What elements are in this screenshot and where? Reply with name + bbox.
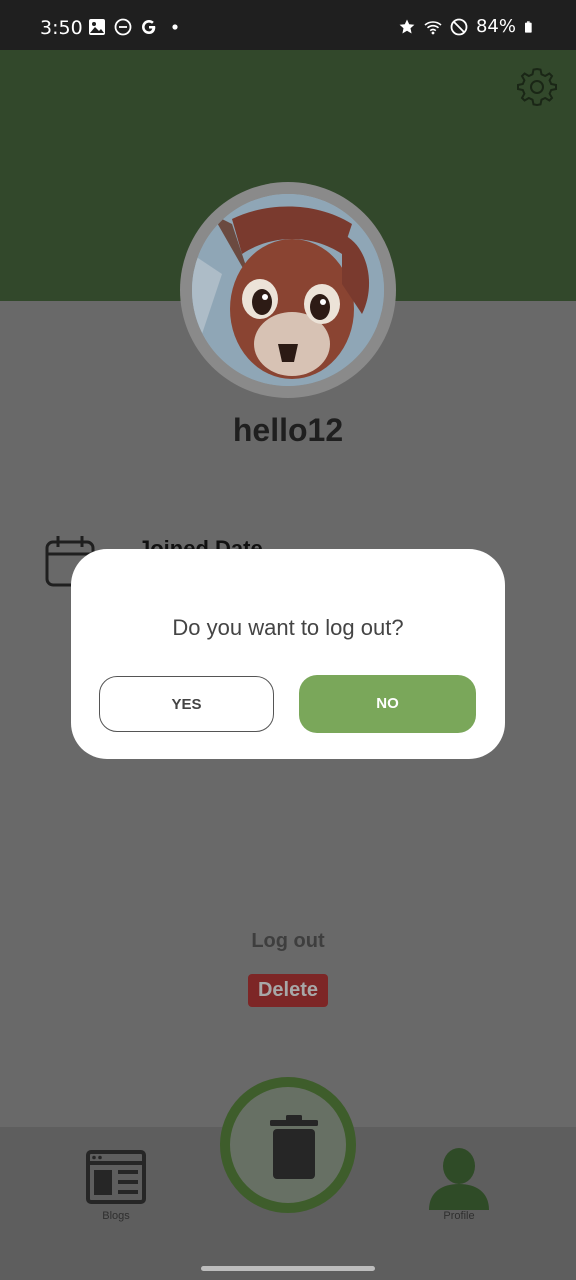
logout-link[interactable]: Log out xyxy=(0,930,576,953)
blocked-icon xyxy=(450,18,468,35)
battery-percent: 84% xyxy=(475,16,516,37)
do-not-disturb-icon xyxy=(114,18,132,36)
status-right-icons: 84% xyxy=(398,16,536,37)
blogs-icon[interactable] xyxy=(80,1148,152,1208)
username: hello12 xyxy=(232,412,344,448)
wifi-icon xyxy=(424,20,442,34)
no-button[interactable]: NO xyxy=(299,675,476,733)
nav-profile-label[interactable]: Profile xyxy=(424,1210,494,1222)
avatar[interactable] xyxy=(192,194,384,386)
dialog-message: Do you want to log out? xyxy=(172,615,404,640)
image-icon xyxy=(89,19,105,35)
google-icon xyxy=(142,20,156,34)
gear-icon[interactable] xyxy=(516,66,558,108)
fab-button[interactable] xyxy=(220,1077,356,1213)
status-time: 3:50 xyxy=(40,17,83,39)
profile-icon[interactable] xyxy=(424,1146,494,1212)
delete-button[interactable]: Delete xyxy=(248,974,328,1007)
star-icon xyxy=(399,19,415,33)
status-bar: 3:50 84% xyxy=(0,0,576,50)
trash-icon xyxy=(270,1115,318,1179)
status-left-icons xyxy=(88,18,184,36)
avatar-image xyxy=(192,194,384,386)
logout-dialog: Do you want to log out? YES NO xyxy=(71,549,505,759)
battery-icon xyxy=(525,20,532,33)
dot-icon xyxy=(172,24,178,30)
avatar-ring xyxy=(180,182,396,398)
nav-blogs-label[interactable]: Blogs xyxy=(80,1210,152,1222)
home-indicator[interactable] xyxy=(201,1266,375,1271)
yes-button[interactable]: YES xyxy=(99,676,274,732)
